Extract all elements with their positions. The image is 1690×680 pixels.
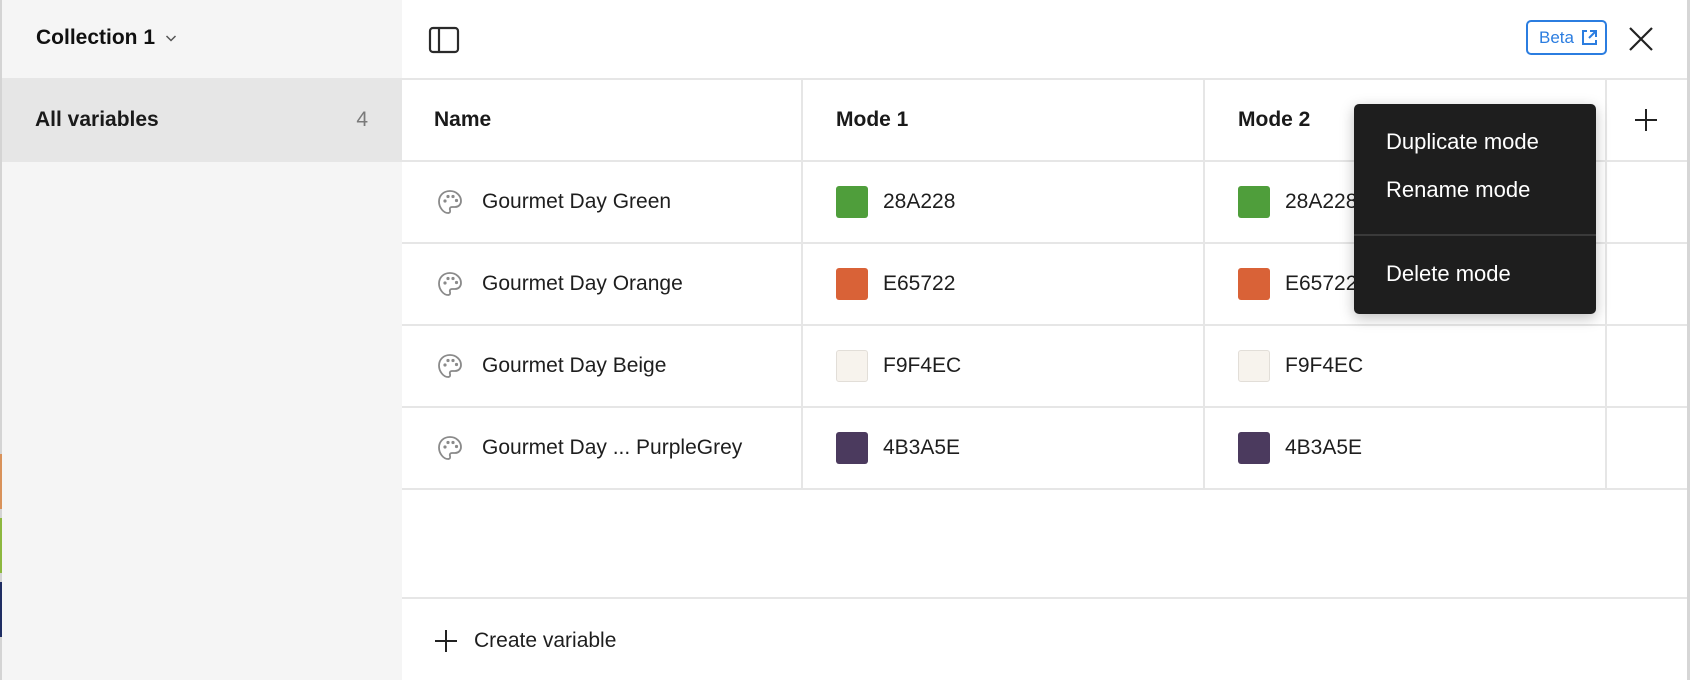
- variables-panel: Beta Name Mode 1 Mode 2 Gourmet Day Gree…: [402, 0, 1687, 680]
- color-swatch[interactable]: [836, 350, 868, 382]
- empty-cell: [1607, 162, 1685, 242]
- variable-name-cell[interactable]: Gourmet Day Orange: [402, 244, 803, 324]
- menu-item-rename-mode[interactable]: Rename mode: [1354, 166, 1596, 214]
- sidebar-item-all-variables[interactable]: All variables 4: [2, 78, 402, 162]
- header-mode-2-label: Mode 2: [1238, 108, 1311, 131]
- color-swatch[interactable]: [1238, 268, 1270, 300]
- plus-icon: [1635, 109, 1657, 131]
- collection-dropdown[interactable]: Collection 1: [36, 22, 179, 54]
- menu-divider: [1354, 234, 1596, 236]
- hex-value: 4B3A5E: [1285, 436, 1363, 459]
- color-swatch[interactable]: [836, 268, 868, 300]
- chevron-down-icon: [166, 35, 177, 42]
- hex-value: F9F4EC: [1285, 354, 1364, 377]
- header-name: Name: [402, 80, 803, 160]
- create-variable-label: Create variable: [474, 629, 617, 652]
- color-swatch[interactable]: [836, 186, 868, 218]
- mode-2-value-cell[interactable]: 4B3A5E: [1205, 408, 1607, 488]
- mode-1-value-cell[interactable]: 4B3A5E: [803, 408, 1205, 488]
- variable-name: Gourmet Day Orange: [482, 272, 683, 295]
- palette-icon: [438, 272, 462, 296]
- color-swatch[interactable]: [1238, 186, 1270, 218]
- mode-context-menu: Duplicate mode Rename mode Delete mode: [1354, 104, 1596, 314]
- close-icon: [1629, 27, 1653, 51]
- create-variable-button[interactable]: Create variable: [434, 623, 616, 659]
- mode-1-value-cell[interactable]: 28A228: [803, 162, 1205, 242]
- close-button[interactable]: [1623, 21, 1659, 57]
- sidebar: Collection 1 All variables 4: [2, 0, 402, 680]
- sidebar-item-count: 4: [356, 108, 368, 131]
- hex-value: 4B3A5E: [883, 436, 961, 459]
- empty-cell: [1607, 408, 1685, 488]
- mode-1-value-cell[interactable]: F9F4EC: [803, 326, 1205, 406]
- color-swatch[interactable]: [1238, 350, 1270, 382]
- panel-header: Beta: [402, 0, 1687, 80]
- hex-value: 28A228: [1285, 190, 1358, 213]
- empty-cell: [1607, 244, 1685, 324]
- table-row[interactable]: Gourmet Day Beige F9F4EC F9F4EC: [402, 326, 1687, 408]
- color-swatch[interactable]: [836, 432, 868, 464]
- add-mode-button[interactable]: [1631, 105, 1661, 135]
- beta-badge-link[interactable]: Beta: [1526, 20, 1607, 55]
- palette-icon: [438, 436, 462, 460]
- sidebar-item-label: All variables: [35, 108, 159, 131]
- palette-icon: [438, 354, 462, 378]
- table-footer: Create variable: [402, 597, 1687, 680]
- variable-name: Gourmet Day ... PurpleGrey: [482, 436, 743, 459]
- header-name-label: Name: [434, 108, 492, 131]
- color-swatch[interactable]: [1238, 432, 1270, 464]
- plus-icon: [435, 630, 457, 652]
- hex-value: E65722: [883, 272, 956, 295]
- empty-cell: [1607, 326, 1685, 406]
- hex-value: E65722: [1285, 272, 1358, 295]
- mode-1-value-cell[interactable]: E65722: [803, 244, 1205, 324]
- sidebar-toggle-icon: [428, 26, 460, 54]
- add-mode-cell: [1607, 80, 1685, 160]
- header-mode-1[interactable]: Mode 1: [803, 80, 1205, 160]
- beta-label: Beta: [1539, 27, 1574, 47]
- toggle-sidebar-button[interactable]: [426, 22, 462, 58]
- variable-name-cell[interactable]: Gourmet Day Beige: [402, 326, 803, 406]
- menu-item-delete-mode[interactable]: Delete mode: [1354, 250, 1596, 298]
- variable-name: Gourmet Day Green: [482, 190, 672, 213]
- collection-title: Collection 1: [36, 26, 156, 49]
- mode-2-value-cell[interactable]: F9F4EC: [1205, 326, 1607, 406]
- variable-name-cell[interactable]: Gourmet Day ... PurpleGrey: [402, 408, 803, 488]
- menu-item-duplicate-mode[interactable]: Duplicate mode: [1354, 118, 1596, 166]
- header-mode-1-label: Mode 1: [836, 108, 909, 131]
- variable-name: Gourmet Day Beige: [482, 354, 667, 377]
- variable-name-cell[interactable]: Gourmet Day Green: [402, 162, 803, 242]
- hex-value: 28A228: [883, 190, 956, 213]
- hex-value: F9F4EC: [883, 354, 962, 377]
- external-link-icon: [1581, 30, 1597, 45]
- table-row[interactable]: Gourmet Day ... PurpleGrey 4B3A5E 4B3A5E: [402, 408, 1687, 490]
- palette-icon: [438, 190, 462, 214]
